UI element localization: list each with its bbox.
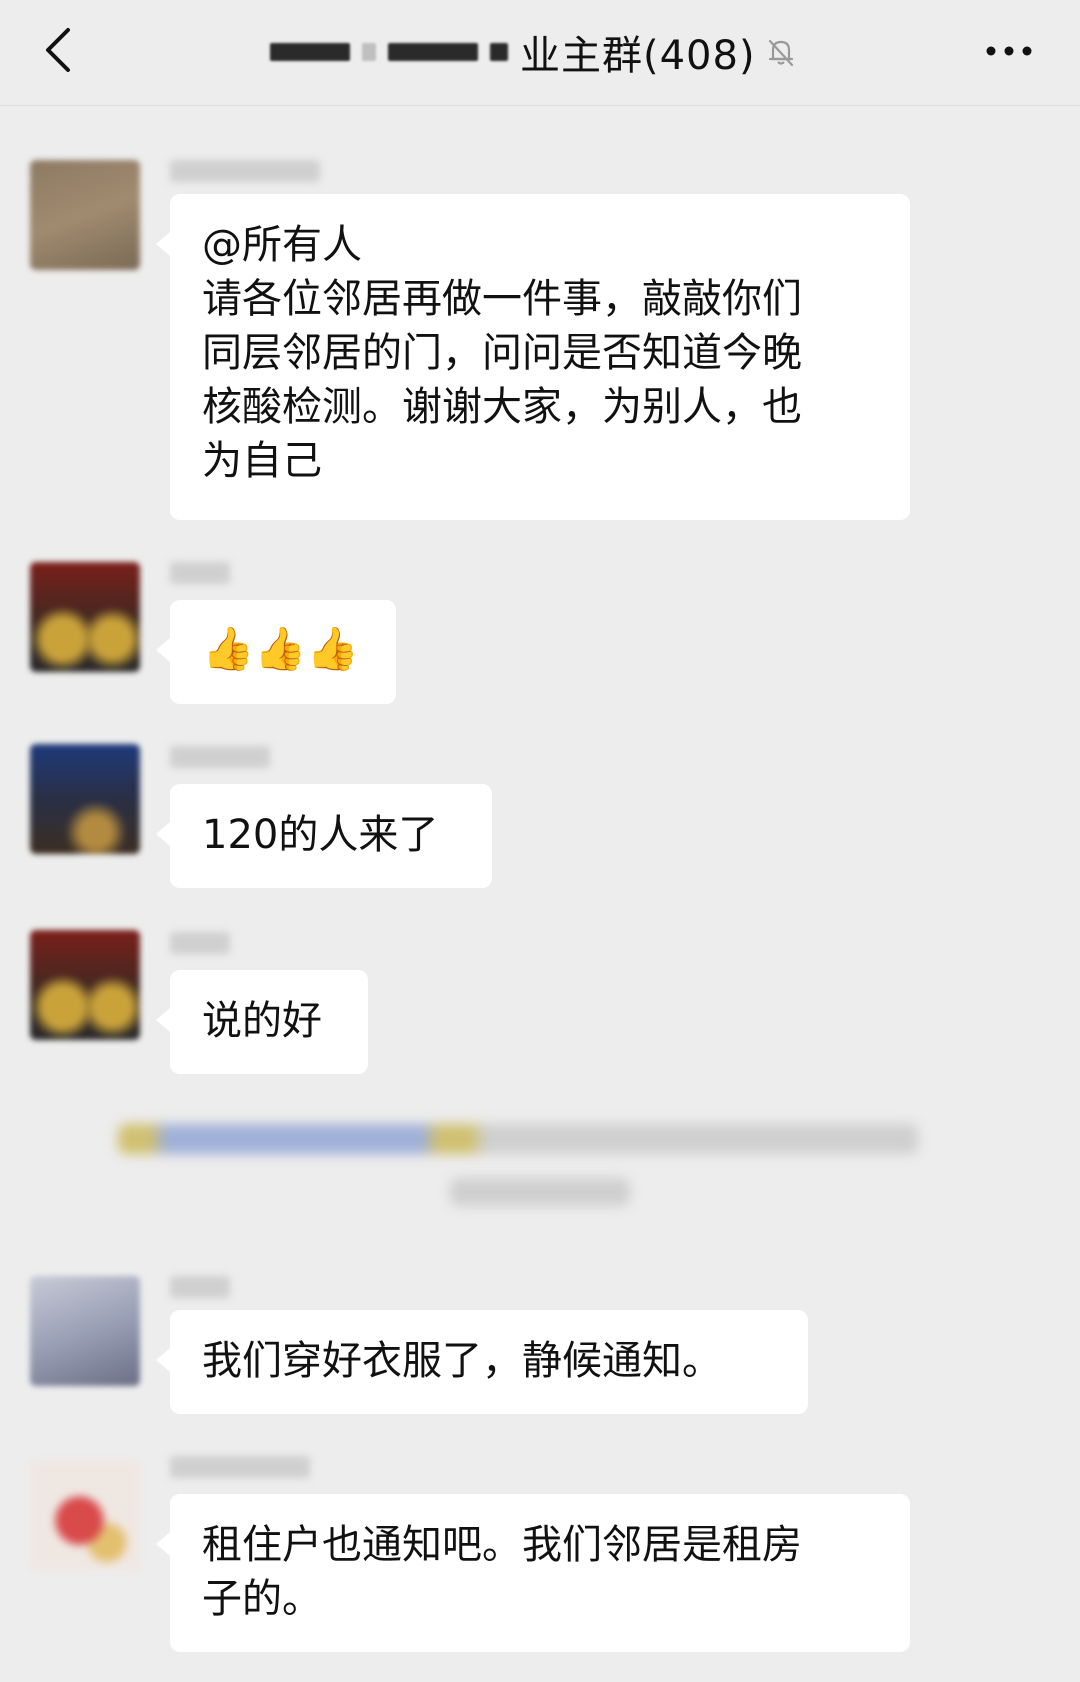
avatar[interactable]: [30, 562, 140, 672]
sender-name: [170, 932, 230, 954]
message-bubble[interactable]: 我们穿好衣服了，静候通知。: [156, 1310, 808, 1414]
message-bubble[interactable]: 👍👍👍: [156, 600, 396, 704]
avatar[interactable]: [30, 160, 140, 270]
system-notice: [0, 1112, 1080, 1232]
message-text-line: 同层邻居的门，问问是否知道今晚: [202, 330, 802, 376]
blurred-notice-text: [450, 1178, 630, 1206]
message-bubble[interactable]: @所有人 请各位邻居再做一件事，敲敲你们 同层邻居的门，问问是否知道今晚 核酸检…: [156, 194, 910, 520]
sender-name: [170, 1276, 230, 1298]
message-text-line: 租住户也通知吧。我们邻居是租房: [202, 1522, 802, 1568]
chat-title-text: 业主群(408): [520, 33, 756, 79]
message-text-line: 120的人来了: [202, 812, 439, 858]
message-text-line: 说的好: [202, 998, 322, 1044]
message-text-line: 子的。: [202, 1576, 322, 1622]
message-text-line: 请各位邻居再做一件事，敲敲你们: [202, 276, 802, 322]
redacted-title-part: [388, 43, 478, 61]
sender-name: [170, 1456, 310, 1478]
redacted-title-part: [270, 43, 350, 61]
message-bubble[interactable]: 租住户也通知吧。我们邻居是租房 子的。: [156, 1494, 910, 1652]
bell-muted-icon: [768, 39, 793, 67]
message-text-line: 核酸检测。谢谢大家，为别人，也: [202, 384, 802, 430]
thumbs-up-emoji: 👍👍👍: [202, 624, 359, 673]
sender-name: [170, 160, 320, 182]
message-bubble[interactable]: 120的人来了: [156, 784, 492, 888]
message-bubble[interactable]: 说的好: [156, 970, 368, 1074]
blurred-notice-text: [118, 1124, 918, 1154]
sender-name: [170, 562, 230, 584]
avatar[interactable]: [30, 1460, 140, 1570]
more-dots-icon[interactable]: [984, 38, 1034, 64]
redacted-title-part: [362, 43, 376, 61]
avatar[interactable]: [30, 930, 140, 1040]
avatar[interactable]: [30, 1276, 140, 1386]
sender-name: [170, 746, 270, 768]
message-text-line: 为自己: [202, 438, 322, 484]
chat-header: 业主群(408): [0, 0, 1080, 106]
redacted-title-part: [490, 43, 508, 61]
avatar[interactable]: [30, 744, 140, 854]
message-text-line: 我们穿好衣服了，静候通知。: [202, 1338, 722, 1384]
chevron-left-icon[interactable]: [38, 24, 78, 76]
chat-title[interactable]: 业主群(408): [270, 22, 798, 82]
message-text-line: @所有人: [202, 222, 362, 268]
